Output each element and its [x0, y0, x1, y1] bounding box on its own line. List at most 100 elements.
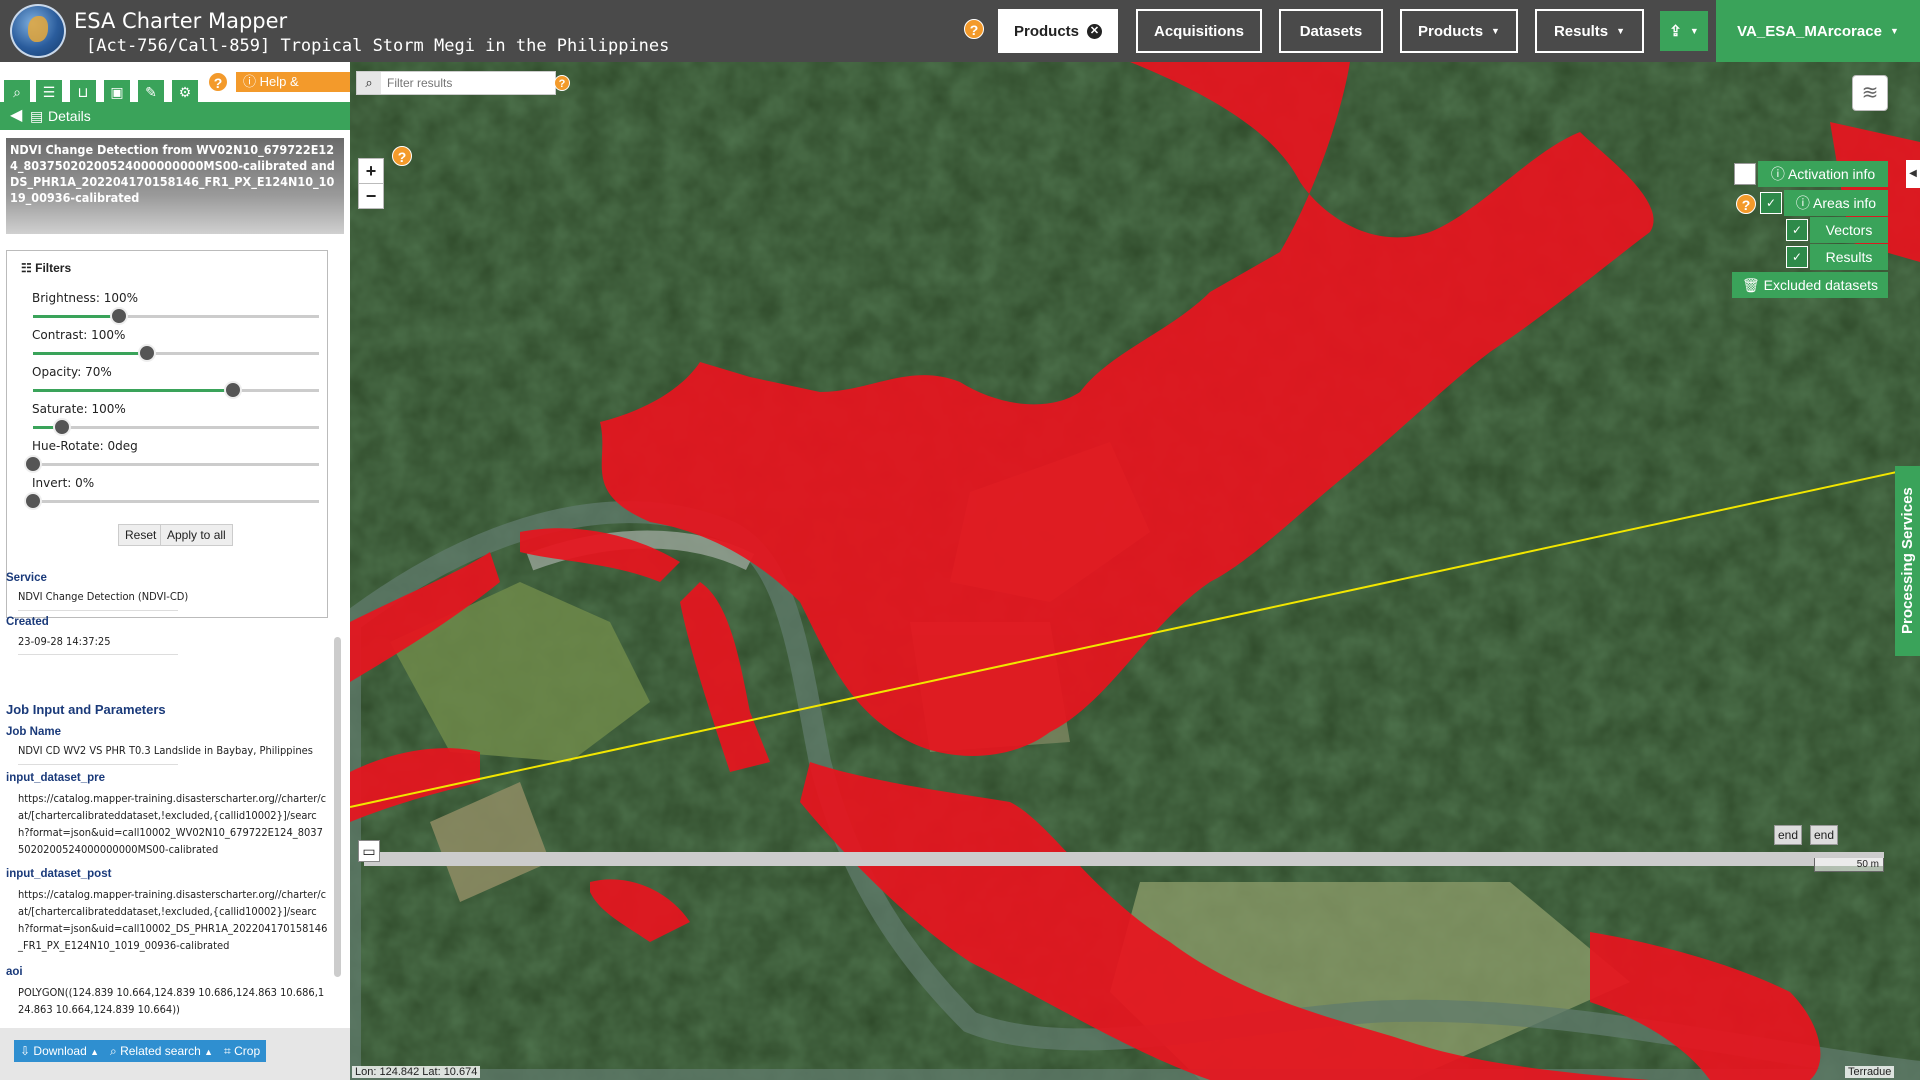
timeline-toggle-icon[interactable]: ▭ — [358, 840, 380, 862]
contrast-label: Contrast: 100% — [32, 328, 126, 342]
help-icon[interactable]: ? — [554, 75, 570, 91]
excluded-datasets-label: Excluded datasets — [1763, 277, 1879, 293]
trash-icon: 🗑 — [1741, 277, 1760, 293]
job-name-value: NDVI CD WV2 VS PHR T0.3 Landslide in Bay… — [18, 744, 313, 757]
job-section-title: Job Input and Parameters — [6, 702, 166, 717]
aoi-key: aoi — [6, 966, 23, 978]
timeline-end-marker[interactable]: end — [1810, 825, 1838, 845]
list-icon[interactable]: ☰ — [36, 80, 62, 104]
results-dropdown[interactable]: Results ▼ — [1535, 9, 1644, 53]
crop-label: Crop — [234, 1044, 261, 1058]
results-button[interactable]: Results — [1810, 244, 1888, 270]
zoom-out-button[interactable]: − — [358, 183, 384, 209]
vectors-button[interactable]: Vectors — [1810, 217, 1888, 243]
help-icon[interactable]: ? — [392, 146, 412, 166]
panel-toolbar: ⌕ ☰ ⊔ ▣ ✎ ⚙ ? ⓘ Help & Manual — [0, 70, 350, 109]
divider — [18, 610, 178, 611]
details-label: Details — [48, 108, 91, 124]
tab-datasets[interactable]: Datasets — [1279, 9, 1383, 53]
app-title: ESA Charter Mapper — [74, 9, 288, 33]
tab-products-label: Products — [1013, 22, 1079, 40]
related-search-button[interactable]: ⌕ Related search ▲ — [104, 1040, 220, 1062]
close-icon[interactable]: ✕ — [1087, 23, 1102, 39]
excluded-datasets-button[interactable]: 🗑 Excluded datasets — [1732, 272, 1888, 298]
input-post-value: https://catalog.mapper-training.disaster… — [18, 888, 328, 952]
map-view[interactable]: ⌕ ? + − ? ≋ ⓘ Activation info ? ✓ ⓘ Area… — [350, 62, 1920, 1080]
reset-button[interactable]: Reset — [118, 524, 164, 546]
cursor-coordinates: Lon: 124.842 Lat: 10.674 — [352, 1066, 481, 1078]
slider-knob[interactable] — [109, 307, 128, 325]
help-icon[interactable]: ? — [964, 19, 984, 39]
input-post-key: input_dataset_post — [6, 868, 112, 880]
hue-rotate-slider[interactable] — [24, 455, 319, 473]
opacity-slider[interactable] — [33, 381, 319, 399]
top-header: ESA Charter Mapper [Act-756/Call-859] Tr… — [0, 0, 1920, 62]
charter-logo[interactable] — [10, 4, 66, 58]
map-search-box[interactable]: ⌕ — [356, 71, 556, 95]
filter-results-input[interactable] — [387, 74, 547, 92]
saturate-slider[interactable] — [33, 418, 319, 436]
areas-info-button[interactable]: ⓘ Areas info — [1784, 190, 1888, 216]
layers-icon[interactable]: ≋ — [1852, 75, 1888, 111]
slider-knob[interactable] — [24, 492, 42, 510]
brightness-slider[interactable] — [33, 307, 319, 325]
timeline-bar[interactable] — [364, 852, 1884, 866]
archive-icon[interactable]: ▣ — [104, 80, 130, 104]
apply-to-all-button[interactable]: Apply to all — [160, 524, 233, 546]
filters-title-label: Filters — [35, 261, 72, 275]
invert-slider[interactable] — [24, 492, 319, 510]
collapse-right-icon[interactable]: ◀ — [1906, 160, 1920, 188]
user-name: VA_ESA_MArcorace — [1737, 22, 1882, 40]
activation-info-checkbox[interactable] — [1734, 163, 1756, 185]
search-icon: ⌕ — [110, 1044, 117, 1058]
pencil-icon[interactable]: ✎ — [138, 80, 164, 104]
caret-down-icon: ▼ — [1689, 26, 1699, 36]
slider-knob[interactable] — [138, 344, 157, 362]
divider — [18, 764, 178, 765]
brightness-label: Brightness: 100% — [32, 291, 139, 305]
aoi-value: POLYGON((124.839 10.664,124.839 10.686,1… — [18, 986, 325, 1016]
service-key: Service — [6, 572, 47, 584]
caret-down-icon: ▼ — [1616, 26, 1626, 36]
timeline-end-marker[interactable]: end — [1774, 825, 1802, 845]
saturate-label: Saturate: 100% — [32, 402, 126, 416]
basket-icon[interactable]: ⊔ — [70, 80, 96, 104]
related-search-label: Related search — [120, 1044, 201, 1058]
filters-icon: ☷ — [21, 261, 32, 275]
help-icon[interactable]: ? — [208, 72, 228, 92]
slider-knob[interactable] — [24, 455, 42, 473]
crop-button[interactable]: ⌗ Crop — [218, 1040, 267, 1062]
tab-products-active[interactable]: Products ✕ — [998, 9, 1118, 53]
created-key: Created — [6, 616, 49, 628]
gear-icon[interactable]: ⚙ — [172, 80, 198, 104]
check-icon[interactable]: ✓ — [1760, 192, 1782, 214]
caret-down-icon: ▼ — [1491, 26, 1500, 36]
processing-services-tab[interactable]: Processing Services — [1895, 466, 1920, 656]
help-icon[interactable]: ? — [1736, 194, 1756, 214]
search-icon: ⌕ — [357, 72, 381, 94]
contrast-slider[interactable] — [33, 344, 319, 362]
tab-acquisitions[interactable]: Acquisitions — [1136, 9, 1262, 53]
activation-info-button[interactable]: ⓘ Activation info — [1758, 161, 1888, 187]
check-icon[interactable]: ✓ — [1786, 219, 1808, 241]
hue-rotate-label: Hue-Rotate: 0deg — [32, 439, 138, 453]
input-pre-value: https://catalog.mapper-training.disaster… — [18, 792, 327, 856]
map-attribution: Terradue — [1845, 1066, 1895, 1078]
info-icon: ⓘ — [243, 74, 257, 89]
activation-info-label: Activation info — [1787, 166, 1876, 182]
slider-knob[interactable] — [52, 418, 71, 436]
user-menu[interactable]: VA_ESA_MArcorace ▼ — [1716, 0, 1920, 62]
download-button[interactable]: ⇩ Download ▲ — [14, 1040, 106, 1062]
check-icon[interactable]: ✓ — [1786, 246, 1808, 268]
slider-knob[interactable] — [224, 381, 243, 399]
help-manual-button[interactable]: ⓘ Help & Manual — [236, 72, 350, 109]
filters-title: ☷ Filters — [21, 261, 71, 275]
zoom-in-button[interactable]: + — [358, 158, 384, 184]
search-icon[interactable]: ⌕ — [4, 80, 30, 104]
products-dropdown[interactable]: Products ▼ — [1400, 9, 1518, 53]
filters-panel: ☷ Filters Brightness: 100% Contrast: 100… — [6, 250, 328, 618]
back-arrow-icon[interactable]: ◀ — [10, 102, 22, 130]
service-value: NDVI Change Detection (NDVI-CD) — [18, 590, 189, 603]
panel-scrollbar[interactable] — [334, 637, 341, 977]
upload-dropdown[interactable]: ⇪ ▼ — [1660, 11, 1708, 51]
